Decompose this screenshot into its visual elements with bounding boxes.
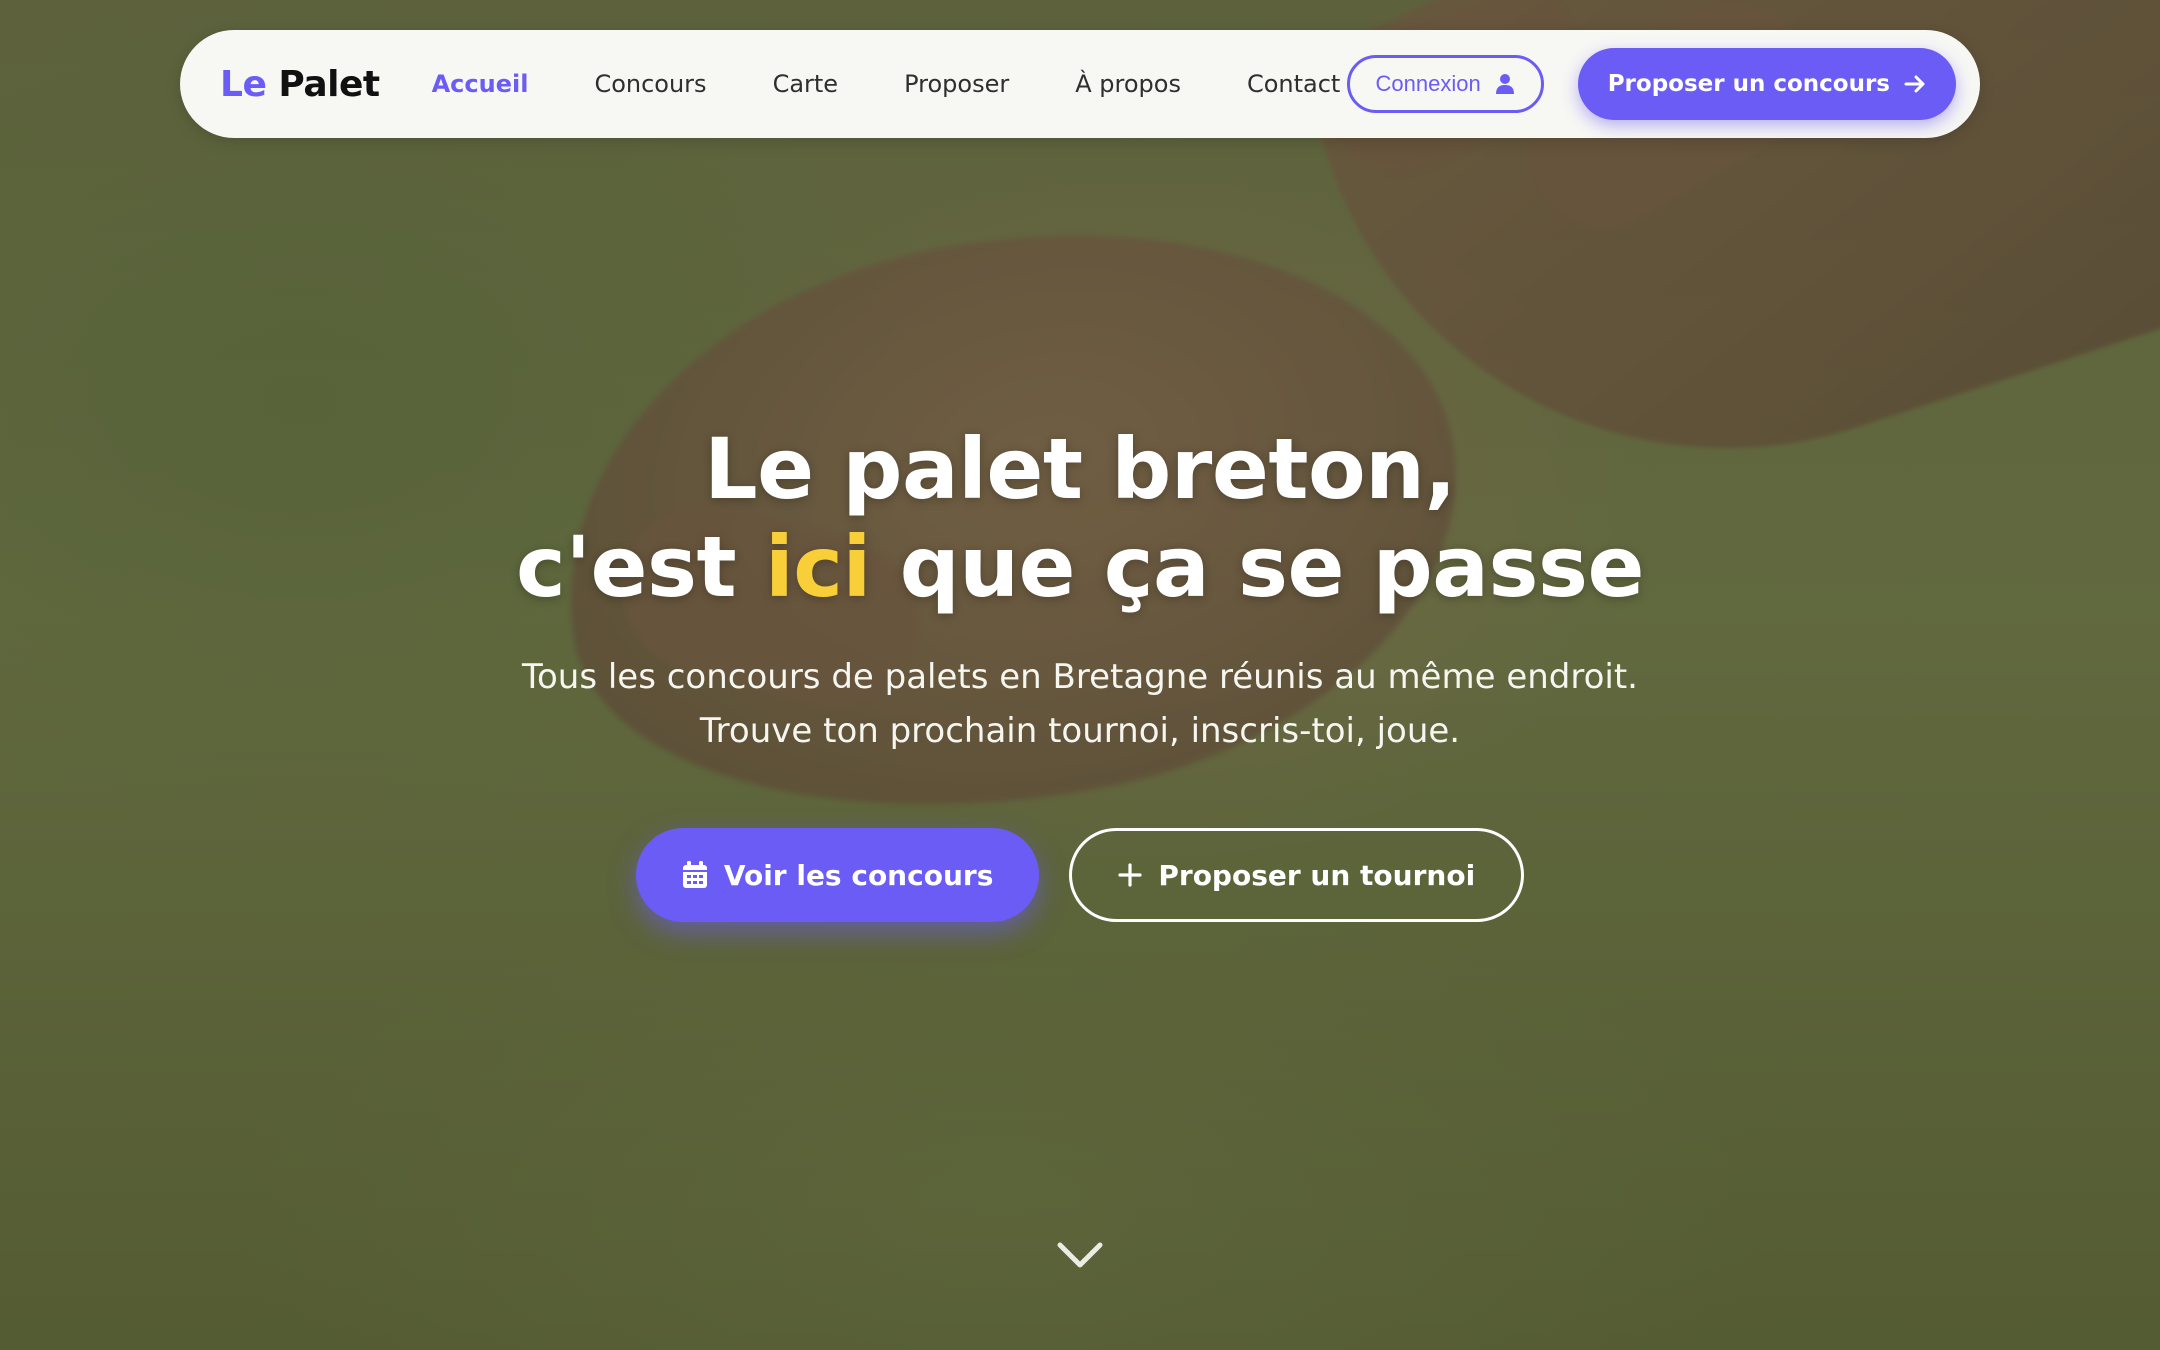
hero-content: Le palet breton, c'est ici que ça se pas… xyxy=(0,420,2160,922)
propose-contest-label: Proposer un concours xyxy=(1607,71,1890,97)
calendar-icon xyxy=(682,861,707,888)
navbar: Le Palet Accueil Concours Carte Proposer… xyxy=(180,30,1980,138)
hero-subtitle: Tous les concours de palets en Bretagne … xyxy=(0,650,2160,758)
hero-subtitle-line2: Trouve ton prochain tournoi, inscris-toi… xyxy=(699,711,1461,751)
logo-palet: Palet xyxy=(278,63,380,105)
user-icon xyxy=(1495,74,1514,94)
chevron-down-icon[interactable] xyxy=(1056,1240,1104,1270)
plus-icon xyxy=(1118,863,1142,887)
hero-title-after: que ça se passe xyxy=(899,518,1645,616)
hero-title: Le palet breton, c'est ici que ça se pas… xyxy=(0,420,2160,616)
nav-link-proposer[interactable]: Proposer xyxy=(904,70,1009,98)
propose-tournament-button[interactable]: Proposer un tournoi xyxy=(1069,828,1525,922)
hero-section: Le Palet Accueil Concours Carte Proposer… xyxy=(0,0,2160,1350)
propose-contest-button[interactable]: Proposer un concours xyxy=(1577,48,1956,120)
hero-title-before: c'est xyxy=(516,518,737,616)
nav-link-accueil[interactable]: Accueil xyxy=(432,70,529,98)
propose-tournament-label: Proposer un tournoi xyxy=(1158,858,1476,892)
nav-link-carte[interactable]: Carte xyxy=(773,70,839,98)
hero-title-highlight: ici xyxy=(764,518,871,616)
cta-row: Voir les concours Proposer un tournoi xyxy=(0,828,2160,922)
view-contests-label: Voir les concours xyxy=(723,858,994,892)
logo-le: Le xyxy=(220,63,267,105)
site-logo[interactable]: Le Palet xyxy=(220,64,380,105)
nav-link-contact[interactable]: Contact xyxy=(1247,70,1340,98)
arrow-right-icon xyxy=(1904,75,1925,93)
hero-subtitle-line1: Tous les concours de palets en Bretagne … xyxy=(521,657,1638,697)
nav-link-a-propos[interactable]: À propos xyxy=(1075,70,1181,98)
login-button[interactable]: Connexion xyxy=(1346,55,1544,113)
nav-link-concours[interactable]: Concours xyxy=(594,70,706,98)
hero-title-line1: Le palet breton, xyxy=(704,420,1456,518)
login-label: Connexion xyxy=(1375,71,1481,96)
view-contests-button[interactable]: Voir les concours xyxy=(635,828,1040,922)
nav-links: Accueil Concours Carte Proposer À propos… xyxy=(432,70,1347,98)
